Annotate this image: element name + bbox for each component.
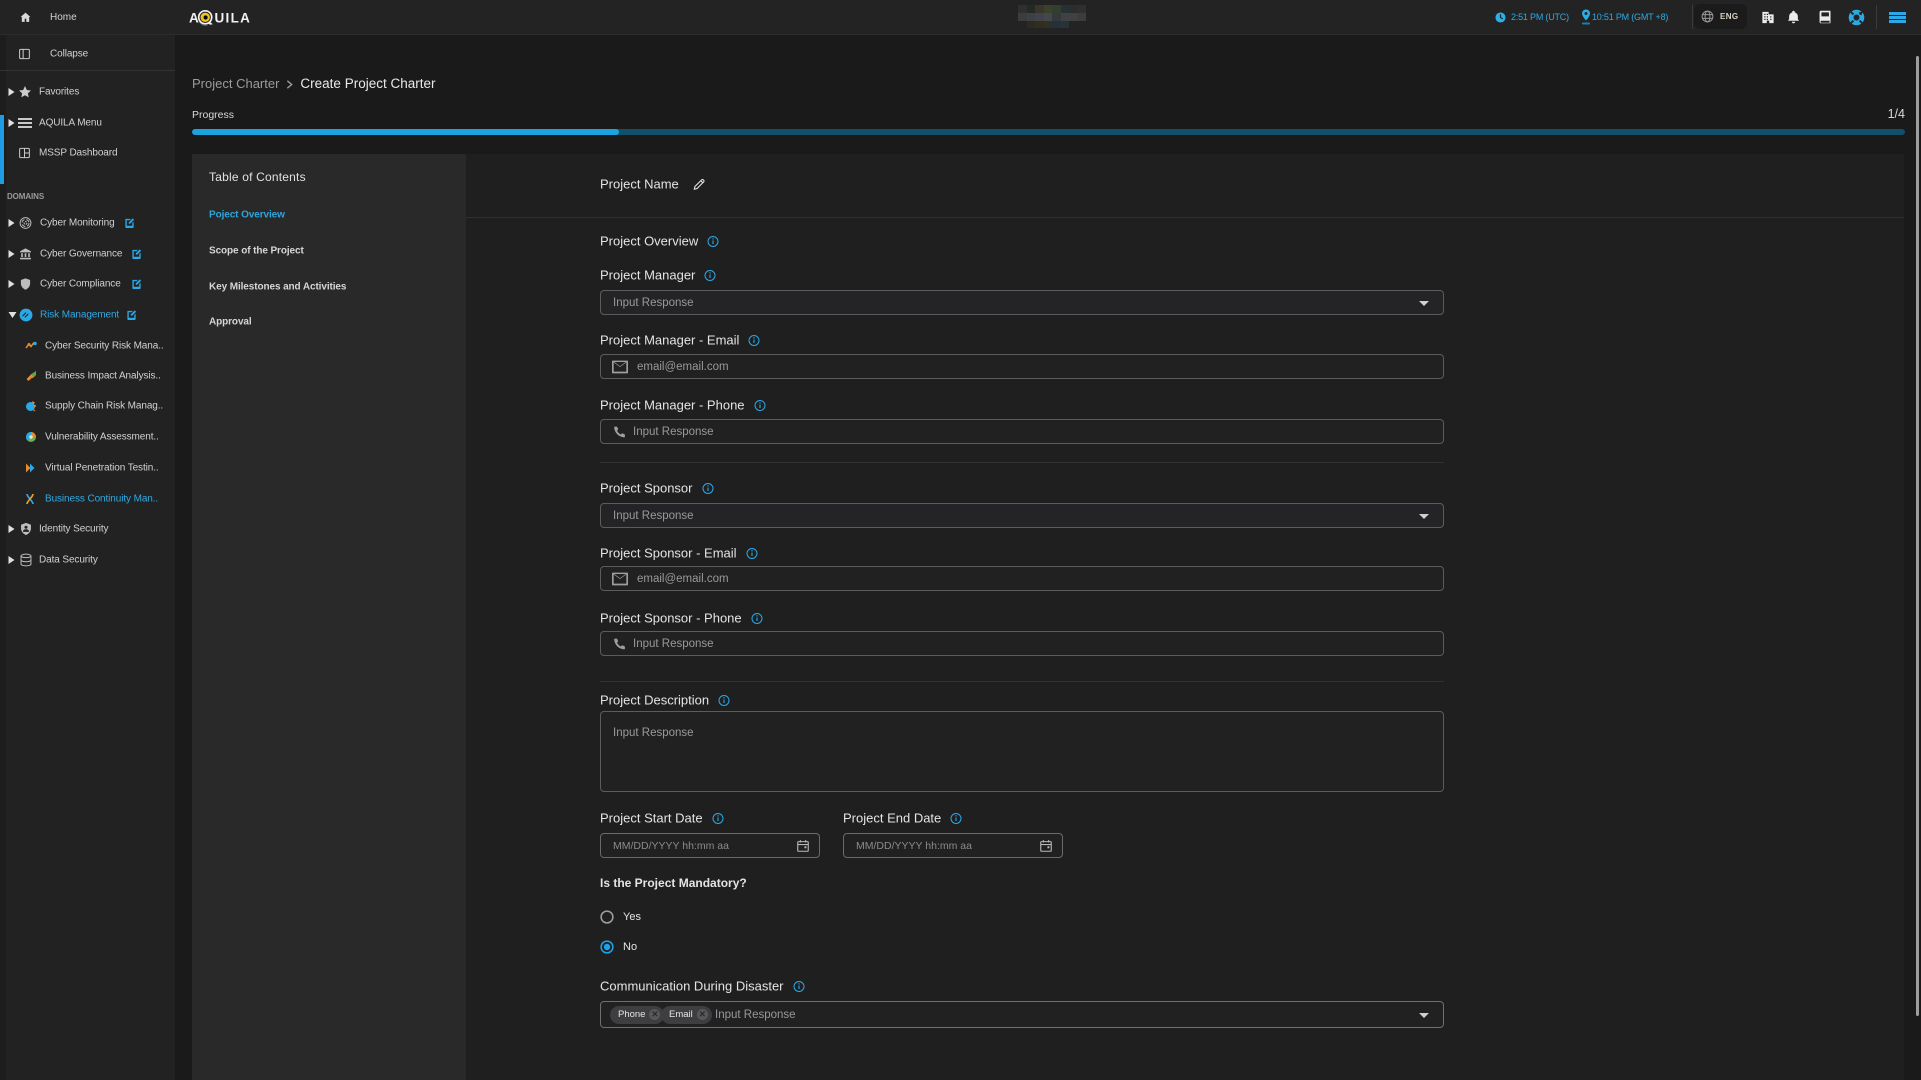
svg-text:UILA: UILA bbox=[215, 11, 252, 26]
svg-text:A: A bbox=[189, 11, 199, 26]
